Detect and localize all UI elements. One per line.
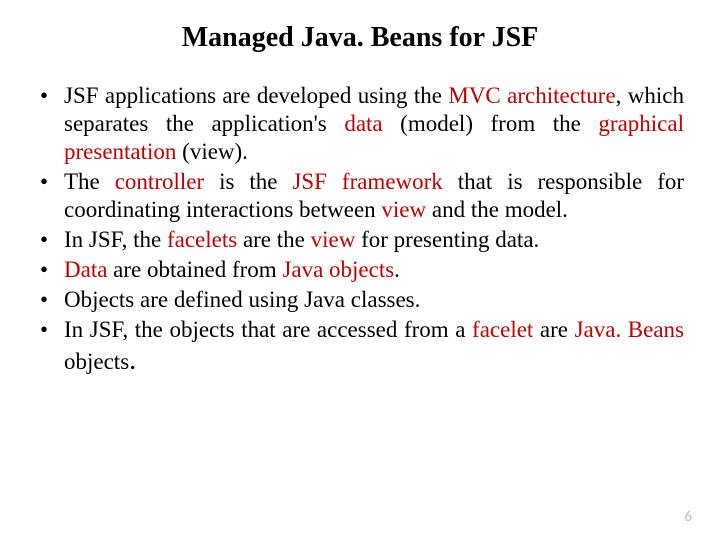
bullet-item: Objects are defined using Java classes. [36,286,684,314]
highlight: view [381,197,426,222]
text: (model) from the [383,111,599,136]
highlight: facelet [472,317,533,342]
highlight: view [311,227,356,252]
page-number: 6 [684,508,692,526]
text: (view). [176,139,248,164]
highlight: MVC architecture [448,83,615,108]
text: are obtained from [107,257,282,282]
bullet-item: JSF applications are developed using the… [36,82,684,166]
text: JSF applications are developed using the [64,83,448,108]
text: are the [237,227,310,252]
bullet-item: Data are obtained from Java objects. [36,256,684,284]
text: and the model. [426,197,568,222]
text: objects [64,349,129,374]
bullet-item: In JSF, the objects that are accessed fr… [36,316,684,378]
text: Objects are defined using Java classes. [64,287,420,312]
bullet-item: The controller is the JSF framework that… [36,168,684,224]
highlight: Java objects [282,257,394,282]
text: In JSF, the [64,227,167,252]
highlight: controller [115,169,204,194]
slide-title: Managed Java. Beans for JSF [36,22,684,54]
text: The [64,169,115,194]
highlight: Data [64,257,107,282]
highlight: JSF framework [292,169,442,194]
highlight: data [344,111,382,136]
text: . [129,345,136,376]
text: . [394,257,400,282]
bullet-list: JSF applications are developed using the… [36,82,684,379]
text: are [533,317,574,342]
text: is the [204,169,292,194]
highlight: Java. Beans [575,317,684,342]
text: for presenting data. [355,227,539,252]
bullet-item: In JSF, the facelets are the view for pr… [36,226,684,254]
highlight: facelets [167,227,237,252]
text: In JSF, the objects that are accessed fr… [64,317,472,342]
